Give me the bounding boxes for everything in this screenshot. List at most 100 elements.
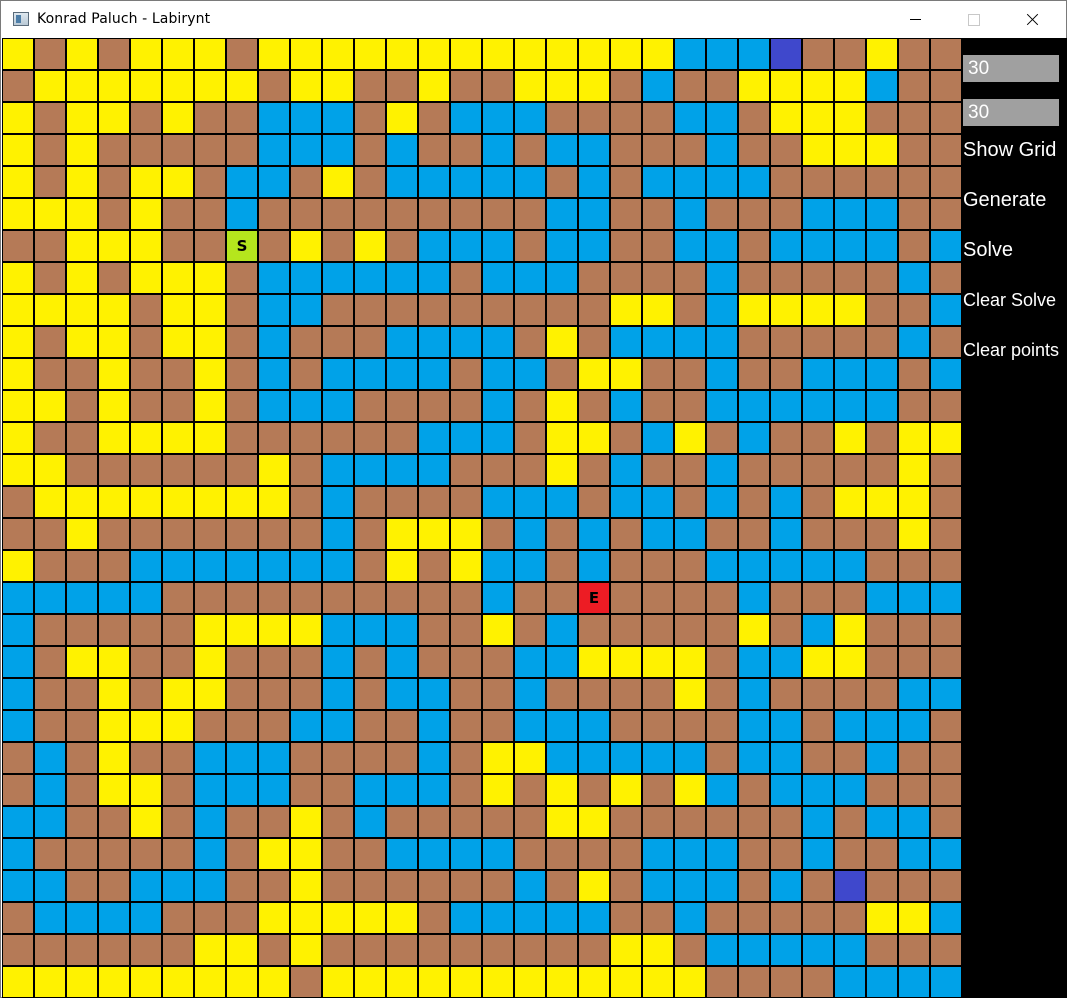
maze-cell-open-alt[interactable] — [386, 326, 418, 358]
maze-cell-wall[interactable] — [450, 294, 482, 326]
maze-cell-open[interactable] — [738, 614, 770, 646]
maze-cell-wall[interactable] — [130, 742, 162, 774]
maze-cell-wall[interactable] — [194, 582, 226, 614]
maze-cell-wall[interactable] — [450, 582, 482, 614]
maze-cell-wall[interactable] — [738, 134, 770, 166]
maze-cell-wall[interactable] — [66, 934, 98, 966]
maze-cell-open[interactable] — [290, 838, 322, 870]
maze-cell-wall[interactable] — [290, 518, 322, 550]
maze-cell-open-alt[interactable] — [706, 870, 738, 902]
maze-cell-wall[interactable] — [354, 294, 386, 326]
maze-cell-open-alt[interactable] — [834, 710, 866, 742]
maze-cell-wall[interactable] — [354, 70, 386, 102]
maze-cell-open[interactable] — [322, 966, 354, 998]
maze-cell-wall[interactable] — [418, 934, 450, 966]
maze-cell-wall[interactable] — [354, 838, 386, 870]
maze-cell-open-alt[interactable] — [546, 262, 578, 294]
maze-cell-open-alt[interactable] — [322, 262, 354, 294]
maze-cell-wall[interactable] — [898, 230, 930, 262]
maze-cell-wall[interactable] — [418, 806, 450, 838]
maze-cell-wall[interactable] — [770, 134, 802, 166]
maze-cell-open-alt[interactable] — [514, 486, 546, 518]
maze-cell-open[interactable] — [738, 294, 770, 326]
maze-cell-wall[interactable] — [2, 934, 34, 966]
maze-cell-wall[interactable] — [162, 582, 194, 614]
maze-cell-open[interactable] — [226, 486, 258, 518]
maze-cell-open[interactable] — [98, 102, 130, 134]
maze-cell-wall[interactable] — [706, 518, 738, 550]
maze-cell-wall[interactable] — [834, 838, 866, 870]
maze-cell-wall[interactable] — [354, 198, 386, 230]
maze-cell-open-alt[interactable] — [2, 614, 34, 646]
maze-cell-wall[interactable] — [578, 934, 610, 966]
maze-cell-open-alt[interactable] — [642, 486, 674, 518]
maze-cell-wall[interactable] — [930, 102, 962, 134]
maze-cell-wall[interactable] — [354, 870, 386, 902]
maze-cell-wall[interactable] — [98, 870, 130, 902]
maze-cell-open[interactable] — [546, 774, 578, 806]
maze-cell-open-alt[interactable] — [738, 742, 770, 774]
maze-cell-open[interactable] — [674, 774, 706, 806]
generate-button[interactable]: Generate — [963, 189, 1046, 212]
maze-cell-open-alt[interactable] — [930, 902, 962, 934]
maze-cell-wall[interactable] — [162, 614, 194, 646]
maze-cell-open-alt[interactable] — [322, 358, 354, 390]
maze-cell-wall[interactable] — [162, 358, 194, 390]
maze-cell-wall[interactable] — [354, 134, 386, 166]
maze-cell-open-alt[interactable] — [674, 230, 706, 262]
maze-cell-wall[interactable] — [642, 390, 674, 422]
maze-cell-open[interactable] — [2, 390, 34, 422]
maze-cell-wall[interactable] — [514, 422, 546, 454]
maze-cell-wall[interactable] — [418, 294, 450, 326]
maze-cell-open[interactable] — [546, 390, 578, 422]
maze-cell-wall[interactable] — [322, 870, 354, 902]
maze-cell-open[interactable] — [834, 70, 866, 102]
maze-cell-open-alt[interactable] — [258, 358, 290, 390]
maze-cell-wall[interactable] — [674, 486, 706, 518]
maze-cell-open-alt[interactable] — [610, 742, 642, 774]
maze-cell-open-alt[interactable] — [610, 326, 642, 358]
maze-cell-open-alt[interactable] — [386, 358, 418, 390]
maze-cell-wall[interactable] — [546, 102, 578, 134]
maze-cell-open-alt[interactable] — [866, 230, 898, 262]
maze-cell-open-alt[interactable] — [738, 710, 770, 742]
maze-cell-open[interactable] — [162, 166, 194, 198]
maze-cell-wall[interactable] — [674, 358, 706, 390]
maze-cell-open-alt[interactable] — [34, 870, 66, 902]
maze-cell-wall[interactable] — [802, 966, 834, 998]
maze-cell-wall[interactable] — [34, 838, 66, 870]
maze-cell-wall[interactable] — [258, 646, 290, 678]
maze-cell-wall[interactable] — [930, 70, 962, 102]
maze-cell-open-alt[interactable] — [802, 614, 834, 646]
maze-cell-open-alt[interactable] — [450, 902, 482, 934]
maze-cell-wall[interactable] — [130, 678, 162, 710]
maze-cell-wall[interactable] — [578, 294, 610, 326]
maze-cell-open-alt[interactable] — [386, 614, 418, 646]
maze-cell-open-alt[interactable] — [834, 774, 866, 806]
maze-cell-wall[interactable] — [354, 486, 386, 518]
maze-cell-wall[interactable] — [418, 614, 450, 646]
maze-cell-wall[interactable] — [610, 70, 642, 102]
maze-cell-wall[interactable] — [578, 390, 610, 422]
maze-cell-wall[interactable] — [866, 934, 898, 966]
maze-cell-wall[interactable] — [738, 326, 770, 358]
maze-cell-open-alt[interactable] — [898, 326, 930, 358]
maze-cell-open[interactable] — [610, 646, 642, 678]
maze-cell-wall[interactable] — [770, 966, 802, 998]
maze-cell-open[interactable] — [2, 294, 34, 326]
maze-cell-open[interactable] — [194, 486, 226, 518]
maze-cell-open[interactable] — [2, 326, 34, 358]
maze-cell-open[interactable] — [66, 198, 98, 230]
maze-cell-wall[interactable] — [866, 774, 898, 806]
maze-cell-open-alt[interactable] — [2, 582, 34, 614]
maze-cell-wall[interactable] — [930, 38, 962, 70]
maze-cell-open[interactable] — [610, 774, 642, 806]
maze-cell-wall[interactable] — [226, 870, 258, 902]
maze-cell-wall[interactable] — [802, 518, 834, 550]
maze-cell-open-alt[interactable] — [578, 550, 610, 582]
maze-cell-open[interactable] — [866, 134, 898, 166]
maze-cell-open[interactable] — [802, 134, 834, 166]
maze-cell-wall[interactable] — [738, 806, 770, 838]
maze-cell-wall[interactable] — [258, 806, 290, 838]
maze-cell-wall[interactable] — [706, 614, 738, 646]
